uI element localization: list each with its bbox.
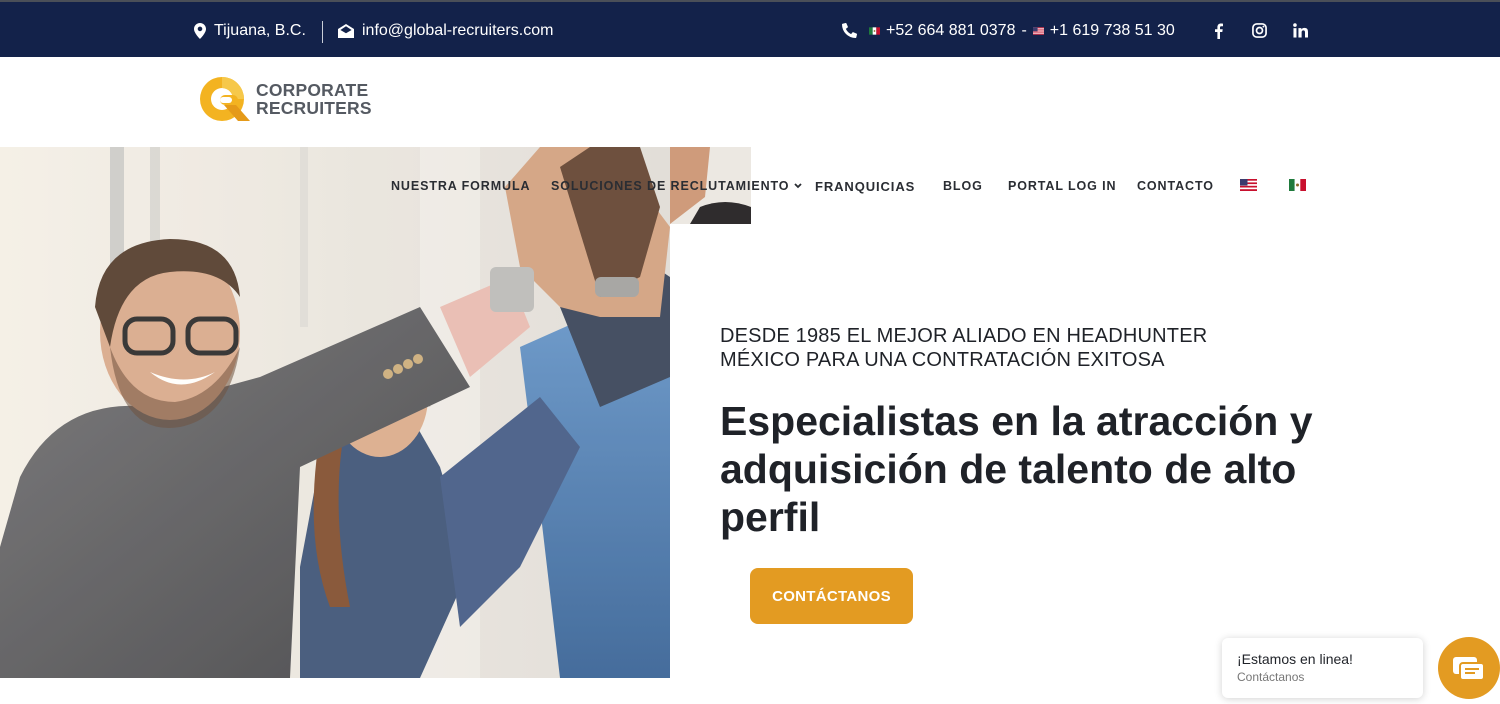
divider — [322, 21, 323, 43]
envelope-icon — [338, 23, 354, 38]
nav-blog[interactable]: BLOG — [943, 172, 983, 200]
office-high-five-photo — [0, 147, 670, 678]
phone-numbers[interactable]: +52 664 881 0378 - +1 619 738 51 30 — [842, 2, 1175, 59]
nav-franquicias[interactable]: FRANQUICIAS — [815, 172, 915, 200]
logo-mark-icon — [198, 75, 256, 123]
mx-flag-icon — [869, 26, 880, 35]
hero-headline: Especialistas en la atracción y adquisic… — [720, 398, 1313, 540]
top-info-bar: Tijuana, B.C. info@global-recruiters.com… — [0, 0, 1500, 57]
nav-portal-log-in[interactable]: PORTAL LOG IN — [1008, 172, 1116, 200]
chat-subtitle: Contáctanos — [1237, 670, 1305, 684]
us-flag-icon — [1032, 26, 1044, 35]
mx-flag-icon[interactable] — [1289, 179, 1306, 191]
nav-soluciones-label: SOLUCIONES DE RECLUTAMIENTO — [551, 179, 790, 193]
chat-bubble[interactable]: ¡Estamos en linea! Contáctanos — [1222, 638, 1423, 698]
map-pin-icon — [194, 22, 206, 39]
email[interactable]: info@global-recruiters.com — [338, 2, 553, 59]
location: Tijuana, B.C. — [194, 2, 306, 59]
phone-separator: - — [1021, 21, 1027, 39]
chat-icon — [1453, 657, 1485, 681]
hero-image — [0, 147, 670, 678]
hero-eyebrow: DESDE 1985 EL MEJOR ALIADO EN HEADHUNTER… — [720, 325, 1208, 371]
nav-soluciones[interactable]: SOLUCIONES DE RECLUTAMIENTO — [551, 172, 803, 200]
email-link[interactable]: info@global-recruiters.com — [362, 22, 553, 40]
phone-us[interactable]: +1 619 738 51 30 — [1050, 22, 1175, 40]
nav-nuestra-formula[interactable]: NUESTRA FORMULA — [391, 172, 530, 200]
main-nav: NUESTRA FORMULA SOLUCIONES DE RECLUTAMIE… — [0, 172, 1500, 200]
chat-title: ¡Estamos en linea! — [1237, 651, 1353, 667]
chevron-down-icon — [794, 183, 803, 189]
logo-line1: CORPORATE — [256, 80, 369, 100]
logo-text: CORPORATE RECRUITERS — [256, 81, 372, 117]
social-links — [1210, 2, 1333, 59]
linkedin-icon[interactable] — [1292, 23, 1308, 38]
phone-icon — [842, 23, 857, 38]
nav-contacto[interactable]: CONTACTO — [1137, 172, 1214, 200]
location-text: Tijuana, B.C. — [214, 21, 306, 39]
logo-line2: RECRUITERS — [256, 98, 372, 118]
contact-cta-button[interactable]: CONTÁCTANOS — [750, 568, 913, 624]
phone-mx[interactable]: +52 664 881 0378 — [886, 22, 1015, 40]
us-flag-icon[interactable] — [1240, 179, 1257, 191]
site-logo[interactable]: CORPORATE RECRUITERS — [198, 75, 378, 123]
instagram-icon[interactable] — [1251, 23, 1267, 38]
chat-launcher-button[interactable] — [1438, 637, 1500, 699]
facebook-icon[interactable] — [1210, 23, 1226, 39]
